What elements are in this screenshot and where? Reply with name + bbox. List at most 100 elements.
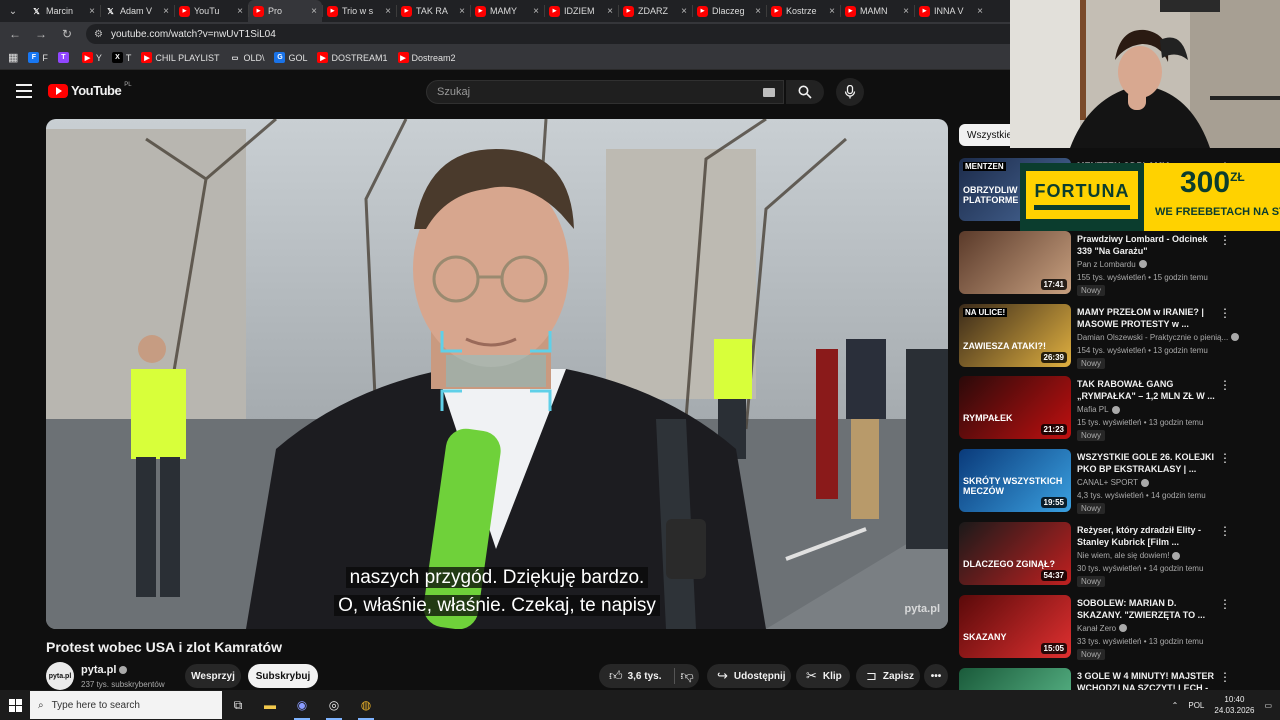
recommended-video-title[interactable]: MAMY PRZEŁOM w IRANIE? | MASOWE PROTESTY… xyxy=(1077,306,1217,330)
obs-icon[interactable]: ◎ xyxy=(318,690,350,720)
bookmark-item[interactable]: ▶ DOSTREAM1 xyxy=(317,52,388,63)
recommended-video[interactable]: NA ULICE! ZAWIESZA ATAKI?! 26:39 MAMY PRZEŁ… xyxy=(959,303,1280,370)
close-tab-icon[interactable]: × xyxy=(237,6,243,17)
bookmark-item[interactable]: T xyxy=(57,52,72,63)
bookmark-item[interactable]: ▭ OLD\ xyxy=(229,52,264,63)
recommended-video[interactable]: SKAZANY 15:05 SOBOLEW: MARIAN D. SKAZANY. … xyxy=(959,594,1280,661)
video-thumbnail[interactable]: NA ULICE! ZAWIESZA ATAKI?! 26:39 xyxy=(959,303,1071,367)
apps-grid-icon[interactable]: ▦ xyxy=(8,51,18,64)
browser-tab[interactable]: ▶ MAMN × xyxy=(840,0,914,22)
reload-icon[interactable]: ↻ xyxy=(60,27,74,41)
video-player[interactable]: naszych przygód. Dziękuję bardzo. O, wła… xyxy=(46,119,948,629)
recommended-channel[interactable]: CANAL+ SPORT xyxy=(1077,478,1149,487)
browser-tab[interactable]: ▶ IDZIEM × xyxy=(544,0,618,22)
clock[interactable]: 10:40 24.03.2026 xyxy=(1214,694,1254,716)
task-view-icon[interactable]: ⧉ xyxy=(222,690,254,720)
recommended-video[interactable]: 17:41 Prawdziwy Lombard - Odcinek 339 "Na… xyxy=(959,230,1280,297)
recommended-channel[interactable]: Mafia PL xyxy=(1077,405,1120,414)
recommended-video-title[interactable]: Reżyser, który zdradził Elity - Stanley … xyxy=(1077,524,1217,548)
close-tab-icon[interactable]: × xyxy=(681,6,687,17)
more-vertical-icon[interactable]: ⋮ xyxy=(1219,597,1231,611)
recommended-channel[interactable]: Nie wiem, ale się dowiem! xyxy=(1077,551,1181,560)
video-thumbnail[interactable]: DLACZEGO ZGINĄŁ? 54:37 xyxy=(959,522,1071,585)
search-button[interactable] xyxy=(786,80,824,104)
browser-tab[interactable]: ▶ Kostrze × xyxy=(766,0,840,22)
close-tab-icon[interactable]: × xyxy=(533,6,539,17)
share-button[interactable]: ↪ Udostępnij xyxy=(707,664,791,688)
recommended-video[interactable]: SKRÓTY WSZYSTKICH MECZÓW 19:55 WSZYSTKIE G… xyxy=(959,449,1280,515)
recommended-channel[interactable]: Damian Olszewski - Praktycznie o pienią.… xyxy=(1077,333,1240,342)
more-vertical-icon[interactable]: ⋮ xyxy=(1219,524,1231,538)
close-tab-icon[interactable]: × xyxy=(607,6,613,17)
bookmark-item[interactable]: ▶ Dostream2 xyxy=(397,52,456,63)
chrome-icon[interactable]: ◍ xyxy=(350,690,382,720)
recommended-video[interactable]: DLACZEGO ZGINĄŁ? 54:37 Reżyser, który zdra… xyxy=(959,522,1280,588)
bookmark-item[interactable]: ▶ CHIL PLAYLIST xyxy=(141,52,219,63)
search-input[interactable]: Szukaj xyxy=(426,80,784,104)
browser-tab[interactable]: ▶ INNA V × xyxy=(914,0,988,22)
close-tab-icon[interactable]: × xyxy=(163,6,169,17)
more-vertical-icon[interactable]: ⋮ xyxy=(1219,306,1231,320)
recommended-channel[interactable]: Kanał Zero xyxy=(1077,624,1128,633)
close-tab-icon[interactable]: × xyxy=(903,6,909,17)
close-tab-icon[interactable]: × xyxy=(385,6,391,17)
video-thumbnail[interactable]: 17:41 xyxy=(959,230,1071,294)
close-tab-icon[interactable]: × xyxy=(977,6,983,17)
language-indicator[interactable]: POL xyxy=(1188,701,1204,710)
taskbar-search-input[interactable]: ⌕ Type here to search xyxy=(30,691,222,719)
clip-button[interactable]: ✂ Klip xyxy=(796,664,850,688)
video-thumbnail[interactable]: SKRÓTY WSZYSTKICH MECZÓW 19:55 xyxy=(959,449,1071,513)
video-thumbnail[interactable]: RYMPAŁEK 21:23 xyxy=(959,376,1071,440)
browser-tab[interactable]: ▶ TAK RA × xyxy=(396,0,470,22)
bookmark-item[interactable]: FF xyxy=(28,52,48,63)
keyboard-icon[interactable] xyxy=(763,88,775,97)
youtube-logo[interactable]: YouTube PL xyxy=(48,82,132,98)
browser-tab[interactable]: 𝕏 Marcin × xyxy=(26,0,100,22)
recommended-video-title[interactable]: WSZYSTKIE GOLE 26. KOLEJKI PKO BP EKSTRA… xyxy=(1077,451,1217,475)
site-info-icon[interactable]: ⚙ xyxy=(94,29,103,40)
thumbs-down-icon[interactable]: 👎︎ xyxy=(681,668,694,684)
bookmark-item[interactable]: G GOL xyxy=(274,52,307,63)
tab-search-chevron-icon[interactable]: ⌄ xyxy=(0,0,26,22)
recommended-video-title[interactable]: TAK RABOWAŁ GANG „RYMPAŁKA" – 1,2 MLN ZŁ… xyxy=(1077,378,1217,402)
more-vertical-icon[interactable]: ⋮ xyxy=(1219,670,1231,684)
back-arrow-icon[interactable]: ← xyxy=(8,27,22,41)
recommended-video[interactable]: RYMPAŁEK 21:23 TAK RABOWAŁ GANG „RYMPAŁKA"… xyxy=(959,376,1280,442)
start-button[interactable] xyxy=(0,690,30,720)
save-button[interactable]: ⊐ Zapisz xyxy=(856,664,920,688)
more-actions-button[interactable]: ••• xyxy=(924,664,948,688)
bookmark-item[interactable]: ▶ Y xyxy=(81,52,102,63)
browser-tab[interactable]: ▶ Trio w s × xyxy=(322,0,396,22)
more-vertical-icon[interactable]: ⋮ xyxy=(1219,233,1231,247)
recommended-video-title[interactable]: Prawdziwy Lombard - Odcinek 339 "Na Gara… xyxy=(1077,233,1217,257)
browser-tab[interactable]: 𝕏 Adam V × xyxy=(100,0,174,22)
close-tab-icon[interactable]: × xyxy=(311,6,317,17)
browser-tab[interactable]: ▶ ZDARZ × xyxy=(618,0,692,22)
address-bar[interactable]: ⚙ youtube.com/watch?v=nwUvT1SiL04 xyxy=(86,24,1046,44)
browser-tab[interactable]: ▶ MAMY × xyxy=(470,0,544,22)
like-button[interactable]: 👍︎ 3,6 tys. xyxy=(609,668,662,684)
close-tab-icon[interactable]: × xyxy=(459,6,465,17)
close-tab-icon[interactable]: × xyxy=(755,6,761,17)
video-thumbnail[interactable]: SKAZANY 15:05 xyxy=(959,594,1071,658)
more-vertical-icon[interactable]: ⋮ xyxy=(1219,378,1231,392)
browser-tab[interactable]: ▶ YouTu × xyxy=(174,0,248,22)
recommended-video-title[interactable]: SOBOLEW: MARIAN D. SKAZANY. "ZWIERZĘTA T… xyxy=(1077,597,1217,621)
subscribe-button[interactable]: Subskrybuj xyxy=(248,664,318,688)
close-tab-icon[interactable]: × xyxy=(829,6,835,17)
forward-arrow-icon[interactable]: → xyxy=(34,27,48,41)
bookmark-item[interactable]: XT xyxy=(111,52,131,63)
voice-search-button[interactable] xyxy=(836,78,864,106)
menu-icon[interactable] xyxy=(16,84,32,98)
channel-name[interactable]: pyta.pl xyxy=(81,664,128,676)
channel-avatar[interactable]: pyta.pl xyxy=(46,662,74,690)
support-button[interactable]: Wesprzyj xyxy=(185,664,241,688)
browser-tab[interactable]: ▶ Pro × xyxy=(248,0,322,22)
notifications-icon[interactable]: ▭ xyxy=(1264,701,1272,710)
recommended-channel[interactable]: Pan z Lombardu xyxy=(1077,260,1147,269)
browser-tab[interactable]: ▶ Dlaczeg × xyxy=(692,0,766,22)
close-tab-icon[interactable]: × xyxy=(89,6,95,17)
discord-icon[interactable]: ◉ xyxy=(286,690,318,720)
file-explorer-icon[interactable]: ▬ xyxy=(254,690,286,720)
more-vertical-icon[interactable]: ⋮ xyxy=(1219,451,1231,465)
